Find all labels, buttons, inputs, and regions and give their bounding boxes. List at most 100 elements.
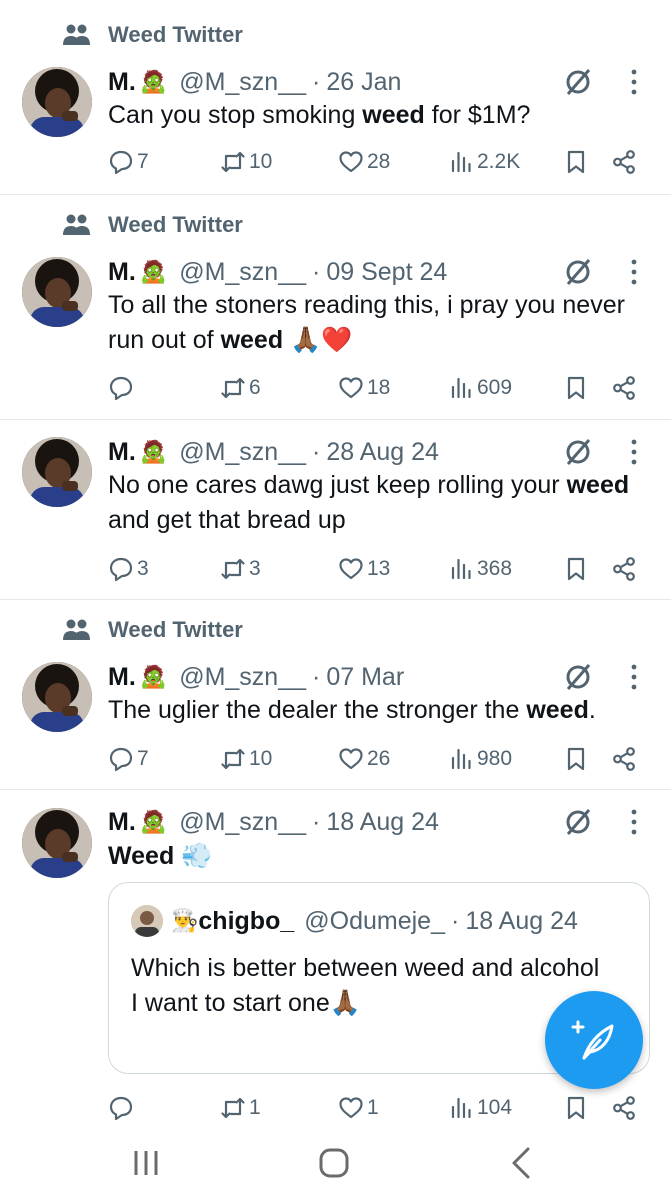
heart-icon [339,558,363,580]
community-name: Weed Twitter [108,212,243,237]
community-people-icon [63,24,90,45]
tweet[interactable]: Weed Twitter M. 🧟 @M_szn__ · 09 Sept 24 To a… [0,195,671,420]
compose-post-button[interactable] [545,991,643,1089]
tweet-header: M. 🧟 @M_szn__ · 28 Aug 24 [108,437,439,467]
bookmark-button[interactable] [563,146,589,178]
reply-button[interactable]: 7 [108,146,149,178]
repost-button[interactable]: 3 [220,553,261,585]
tweet-text: The uglier the dealer the stronger the w… [108,696,596,724]
grok-icon[interactable] [562,66,594,98]
like-button[interactable]: 26 [338,743,390,775]
reply-count: 7 [137,150,149,173]
views-icon [451,151,471,173]
reply-button[interactable]: 7 [108,743,149,775]
views-button[interactable]: 2.2K [448,146,520,178]
share-button[interactable] [611,743,637,775]
views-button[interactable]: 609 [448,372,512,404]
name-emoji: 🧟 [139,259,168,284]
back-icon[interactable] [502,1143,542,1183]
community-people-icon [63,619,90,640]
display-name[interactable]: M. [108,68,136,97]
reply-button[interactable] [108,1092,137,1124]
bookmark-icon [567,150,585,174]
tweet-header: M. 🧟 @M_szn__ · 26 Jan [108,67,402,97]
timestamp[interactable]: 26 Jan [326,68,401,97]
avatar[interactable] [22,67,92,137]
like-button[interactable]: 18 [338,372,390,404]
home-icon[interactable] [314,1143,354,1183]
more-vertical-icon[interactable] [626,67,642,97]
action-bar: 6 18 609 [108,372,648,404]
views-button[interactable]: 368 [448,553,512,585]
display-name[interactable]: M. [108,663,136,692]
display-name[interactable]: M. [108,808,136,837]
grok-icon[interactable] [562,806,594,838]
bookmark-button[interactable] [563,743,589,775]
views-button[interactable]: 104 [448,1092,512,1124]
community-label[interactable]: Weed Twitter [62,20,243,50]
repost-button[interactable]: 10 [220,743,272,775]
quoted-avatar[interactable] [131,905,163,937]
share-button[interactable] [611,146,637,178]
timestamp[interactable]: 28 Aug 24 [326,438,439,467]
reply-button[interactable]: 3 [108,553,149,585]
tweet-text: Weed 💨 [108,842,213,870]
avatar[interactable] [22,662,92,732]
repost-button[interactable]: 1 [220,1092,261,1124]
tweet[interactable]: Weed Twitter M. 🧟 @M_szn__ · 26 Jan Can you … [0,0,671,195]
avatar-image [22,662,92,732]
like-count: 13 [367,557,391,580]
repost-button[interactable]: 10 [220,146,272,178]
handle[interactable]: @M_szn__ [179,258,306,287]
reply-button[interactable] [108,372,137,404]
like-button[interactable]: 13 [338,553,390,585]
quoted-handle[interactable]: @Odumeje_ [304,907,445,936]
quoted-timestamp[interactable]: 18 Aug 24 [465,907,578,936]
share-button[interactable] [611,1092,637,1124]
tweet[interactable]: Weed Twitter M. 🧟 @M_szn__ · 07 Mar The ugli… [0,600,671,790]
timestamp[interactable]: 18 Aug 24 [326,808,439,837]
tweet[interactable]: M. 🧟 @M_szn__ · 28 Aug 24 No one cares dawg … [0,420,671,600]
more-vertical-icon[interactable] [626,437,642,467]
share-icon [613,376,635,400]
highlighted-keyword: weed [566,471,630,499]
community-name: Weed Twitter [108,617,243,642]
quoted-name-emoji: 👨‍🍳 [171,908,199,933]
handle[interactable]: @M_szn__ [179,438,306,467]
display-name[interactable]: M. [108,438,136,467]
timestamp[interactable]: 07 Mar [326,663,404,692]
display-name[interactable]: M. [108,258,136,287]
recent-apps-icon[interactable] [126,1143,166,1183]
share-button[interactable] [611,553,637,585]
grok-icon[interactable] [562,256,594,288]
tweet-text: To all the stoners reading this, i pray … [108,291,625,354]
grok-icon[interactable] [562,661,594,693]
repost-count: 10 [249,150,273,173]
share-button[interactable] [611,372,637,404]
avatar[interactable] [22,437,92,507]
heart-icon [339,377,363,399]
community-label[interactable]: Weed Twitter [62,615,243,645]
more-vertical-icon[interactable] [626,662,642,692]
like-button[interactable]: 1 [338,1092,379,1124]
share-icon [613,747,635,771]
handle[interactable]: @M_szn__ [179,68,306,97]
repost-button[interactable]: 6 [220,372,261,404]
handle[interactable]: @M_szn__ [179,808,306,837]
bookmark-button[interactable] [563,1092,589,1124]
timestamp[interactable]: 09 Sept 24 [326,258,447,287]
bookmark-button[interactable] [563,372,589,404]
quoted-tweet-header: 👨‍🍳 chigbo_ @Odumeje_ · 18 Aug 24 [131,905,578,937]
avatar[interactable] [22,808,92,878]
handle[interactable]: @M_szn__ [179,663,306,692]
like-button[interactable]: 28 [338,146,390,178]
quoted-display-name[interactable]: chigbo_ [198,907,294,936]
more-vertical-icon[interactable] [626,257,642,287]
bookmark-button[interactable] [563,553,589,585]
more-vertical-icon[interactable] [626,807,642,837]
grok-icon[interactable] [562,436,594,468]
community-label[interactable]: Weed Twitter [62,210,243,240]
bookmark-icon [567,747,585,771]
avatar[interactable] [22,257,92,327]
views-button[interactable]: 980 [448,743,512,775]
